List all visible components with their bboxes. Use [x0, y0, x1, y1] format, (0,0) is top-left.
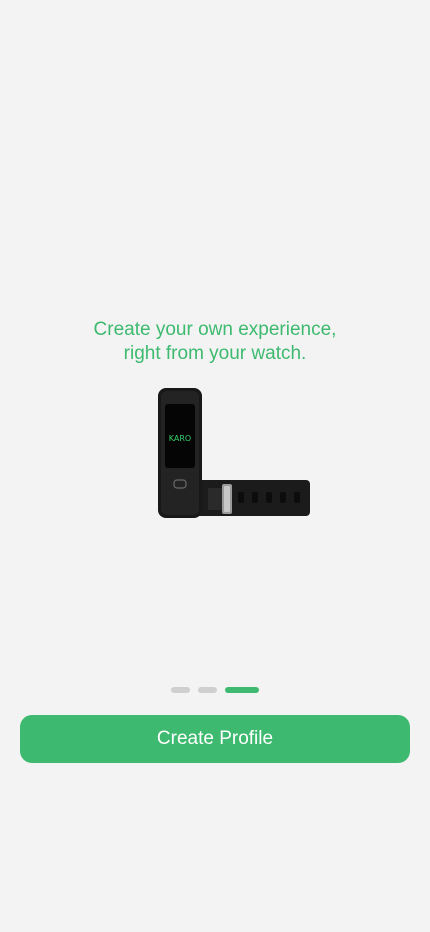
headline-line-1: Create your own experience,: [93, 319, 337, 340]
fitness-band-image: KARO: [158, 388, 310, 518]
page-dot-1: [171, 687, 190, 693]
headline-line-2: right from your watch.: [123, 343, 307, 364]
onboarding-headline: Create your own experience, right from y…: [0, 318, 430, 366]
page-indicator: [171, 687, 259, 693]
create-profile-button[interactable]: Create Profile: [20, 715, 410, 763]
watch-brand-text: KARO: [169, 434, 191, 443]
page-dot-3-active: [225, 687, 259, 693]
page-dot-2: [198, 687, 217, 693]
